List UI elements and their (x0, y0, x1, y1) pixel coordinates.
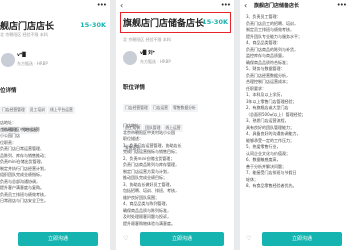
section-title: 职位详情 (123, 85, 146, 91)
more-icon[interactable]: ••• (337, 1, 347, 9)
salary: 15-30K (80, 21, 106, 29)
job-meta: 北 京朝阳区 经验不限 本科 (123, 37, 171, 42)
description-line: 提升客户满意度与复购。 (0, 185, 44, 190)
description-line: 8、有食品零售经验者优先。 (246, 183, 297, 188)
favorite-icon[interactable]: ♡ (123, 235, 128, 242)
description-line: 负责mini仓储出货管理， (0, 159, 45, 164)
description-line: 负责门店商品陈列与库存管理， (123, 162, 179, 167)
avatar[interactable] (123, 51, 137, 65)
hr-name: v█ 刘* (140, 51, 155, 56)
chat-now-button[interactable]: 立即沟通 (262, 232, 342, 246)
skill-tag: 线上平台运营 (47, 106, 75, 114)
description-line: 4、具备良好的沟通协调能力， (246, 131, 301, 136)
favorite-icon[interactable]: ♡ (246, 235, 251, 242)
description-line: 日常巡店与门店安全卫生。 (0, 198, 48, 203)
skill-tag: 门店运营 (150, 104, 170, 112)
job-description: 店地址： 京市朝阳区中关村站旁 小公园门店 位职责： 负责门店日常运营管理、 品… (0, 120, 48, 205)
avatar[interactable] (1, 53, 15, 67)
description-line: 完成门店运营指标与销售目标； (123, 149, 179, 154)
right-phone-screen: ‹ 旗舰店门店储备店长 ••• 3、负责员工管理： 负责门店员工的招聘、培训， … (240, 0, 350, 250)
skill-tag: 零售数据分析 (170, 104, 198, 112)
job-title: 舰店门店店长 (0, 22, 55, 32)
chat-now-button[interactable]: 立即沟通 (18, 232, 98, 246)
description-line: 包括招聘、培训、排班、考核， (123, 188, 179, 193)
description-line: 提升顾客购物体验与满意度。 (123, 220, 175, 226)
section-title: 位详情 (0, 88, 17, 94)
hr-company: 东方甄选 · HRBP (17, 61, 48, 66)
back-arrow-icon[interactable]: ‹ (120, 1, 123, 10)
skill-tag: 门店经营管理 (123, 104, 150, 112)
skill-tag: 门店经营管理 (0, 106, 27, 114)
header-title: 旗舰店门店储备店长 (254, 3, 300, 9)
salary: 15-30K (202, 18, 228, 26)
chat-now-button[interactable]: 立即沟通 (140, 232, 224, 246)
description-line: 负责门店日常运营管理、 (0, 146, 44, 151)
job-requirements: 3、负责员工管理： 负责门店员工的招聘、培训， 制定员工排班与绩效考核， 提升团… (246, 14, 306, 190)
left-top-bar: ••• (0, 0, 110, 11)
description-line: 组织团队完成业绩指标， (0, 172, 44, 177)
middle-phone-screen: ‹ ••• 旗舰店门店储备店长 15-30K 北 京朝阳区 经验不限 本科 v█… (116, 0, 234, 250)
skill-tag: 员工培训 (27, 106, 47, 114)
job-title: 旗舰店门店储备店长 (123, 19, 205, 29)
more-icon[interactable]: ••• (221, 1, 231, 9)
more-icon[interactable]: ••• (97, 1, 107, 9)
left-phone-screen: ••• 舰店门店店长 15-30K 北 京朝阳区 经验不限 本科 v*█ 东方甄… (0, 0, 110, 250)
hr-company: 东方甄选 · HRBP (140, 59, 171, 64)
middle-top-bar: ‹ ••• (116, 0, 234, 11)
job-description: 门店地址： 北京市朝阳区中关村站小公园 职位描述： 1、负责门店运营管理，协助店… (123, 123, 182, 227)
hr-name: v*█ (17, 53, 26, 58)
back-arrow-icon[interactable]: ‹ (244, 1, 247, 10)
right-top-bar: ‹ 旗舰店门店储备店长 ••• (240, 0, 350, 11)
job-meta: 北 京朝阳区 经验不限 本科 (0, 32, 48, 37)
